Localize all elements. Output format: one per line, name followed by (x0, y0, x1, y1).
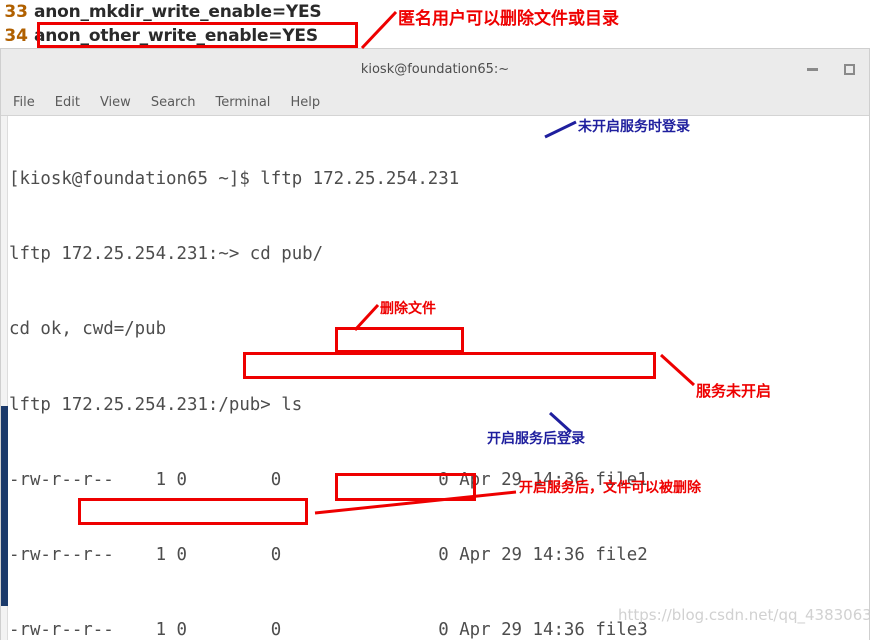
minimize-icon[interactable] (807, 67, 818, 71)
config-directive: anon_mkdir_write_enable=YES (34, 2, 322, 22)
terminal-line: -rw-r--r-- 1 0 0 0 Apr 29 14:36 file1 (9, 469, 648, 490)
annotation-service-not-started: 服务未开启 (696, 382, 772, 400)
annotation-login-after-service: 开启服务后登录 (487, 431, 585, 447)
menu-item-view[interactable]: View (100, 95, 131, 110)
menu-item-terminal[interactable]: Terminal (215, 95, 270, 110)
scrollbar-thumb[interactable] (1, 406, 8, 606)
menu-item-edit[interactable]: Edit (55, 95, 80, 110)
screenshot-root: 33 anon_mkdir_write_enable=YES 34 anon_o… (0, 0, 870, 640)
editor-line-34: 34 anon_other_write_enable=YES (0, 24, 318, 48)
line-number: 34 (4, 26, 28, 46)
menu-item-search[interactable]: Search (151, 95, 196, 110)
annotation-file-can-be-deleted: 开启服务后，文件可以被删除 (519, 480, 701, 496)
menu-item-help[interactable]: Help (290, 95, 320, 110)
terminal-titlebar: kiosk@foundation65:~ (1, 49, 869, 89)
editor-line-33: 33 anon_mkdir_write_enable=YES (0, 0, 321, 24)
menu-item-file[interactable]: File (13, 95, 35, 110)
watermark: https://blog.csdn.net/qq_43830639 (618, 606, 870, 624)
annotation-delete-file: 删除文件 (380, 301, 436, 317)
config-directive: anon_other_write_enable=YES (34, 26, 318, 46)
annotation-anon-note: 匿名用户可以删除文件或目录 (398, 9, 619, 29)
terminal-scrollbar[interactable] (1, 116, 8, 640)
window-title: kiosk@foundation65:~ (360, 61, 510, 77)
terminal-menubar: File Edit View Search Terminal Help (1, 89, 869, 115)
terminal-line: lftp 172.25.254.231:~> cd pub/ (9, 244, 324, 265)
terminal-output: [kiosk@foundation65 ~]$ lftp 172.25.254.… (9, 117, 869, 640)
terminal-line: cd ok, cwd=/pub (9, 319, 167, 340)
terminal-line: -rw-r--r-- 1 0 0 0 Apr 29 14:36 file2 (9, 544, 648, 565)
window-controls (807, 49, 855, 89)
terminal-body: [kiosk@foundation65 ~]$ lftp 172.25.254.… (1, 115, 869, 640)
line-number: 33 (4, 2, 28, 22)
terminal-line: [kiosk@foundation65 ~]$ lftp 172.25.254.… (9, 169, 460, 190)
maximize-icon[interactable] (844, 63, 855, 75)
annotation-login-before-service: 未开启服务时登录 (578, 119, 690, 135)
terminal-window: kiosk@foundation65:~ File Edit View Sear… (0, 48, 870, 640)
